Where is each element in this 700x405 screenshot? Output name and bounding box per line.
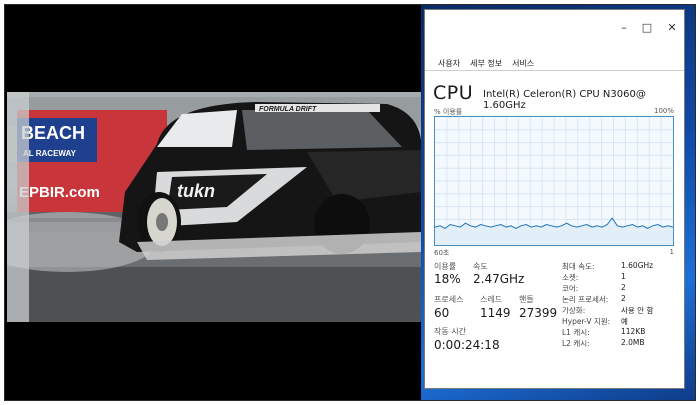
banner-top-text: BEACH [21,123,85,143]
spec-value: 사용 안 함 [621,306,654,315]
tab-strip: 사용자 세부 정보 서비스 [433,56,539,70]
utilization-max-label: 100% [653,107,674,115]
banner-url-text: EPBIR.com [19,184,100,201]
graph-min-label: 1 [669,248,674,256]
utilization-value: 18% [434,272,461,286]
graph-time-label: 60초 [434,249,450,257]
spec-value: 2.0MB [621,338,645,347]
spec-value: 1.60GHz [621,261,654,270]
spec-value: 예 [621,317,628,326]
maximize-button[interactable]: □ [636,20,658,36]
video-player[interactable]: BEACH AL RACEWAY EPBIR.com FORMULA DRIFT… [5,5,421,400]
cpu-utilization-graph [434,116,674,246]
tab-services[interactable]: 서비스 [507,56,539,70]
spec-label: L2 캐시: [562,339,590,348]
spec-label: 코어: [562,284,579,293]
close-button[interactable]: ✕ [661,20,683,36]
threads-label: 스레드 [480,295,503,304]
uptime-value: 0:00:24:18 [434,338,500,352]
door-livery-text: tukn [177,181,215,201]
spec-value: 2 [621,294,626,303]
tab-details[interactable]: 세부 정보 [465,56,507,70]
tab-users[interactable]: 사용자 [433,56,465,70]
spec-label: Hyper-V 지원: [562,317,611,326]
task-manager-window[interactable]: – □ ✕ 사용자 세부 정보 서비스 CPU Intel(R) Celeron… [424,9,685,389]
speed-label: 속도 [473,262,488,271]
threads-value: 1149 [480,306,511,320]
video-frame[interactable]: BEACH AL RACEWAY EPBIR.com FORMULA DRIFT… [7,92,421,322]
spec-label: 최대 속도: [562,262,595,271]
graph-canvas [434,117,674,245]
spec-label: 소켓: [562,273,579,282]
cpu-heading: CPU [433,82,474,104]
spec-value: 112KB [621,327,646,336]
processes-label: 프로세스 [434,295,464,304]
processes-value: 60 [434,306,450,320]
handles-value: 27399 [519,306,558,320]
minimize-button[interactable]: – [613,20,635,36]
tab-divider [425,70,684,71]
spec-label: 가상화: [562,306,586,315]
title-bar[interactable]: – □ ✕ [425,10,684,48]
screen-frame: BEACH AL RACEWAY EPBIR.com FORMULA DRIFT… [4,4,696,401]
spec-value: 1 [621,272,626,281]
utilization-label: 이용률 [434,262,457,271]
spec-value: 2 [621,283,626,292]
handles-label: 핸들 [519,295,534,304]
windshield-banner-text: FORMULA DRIFT [259,106,317,113]
spec-label: L1 캐시: [562,328,590,337]
drift-car-scene: BEACH AL RACEWAY EPBIR.com FORMULA DRIFT… [7,92,421,322]
spec-label: 논리 프로세서: [562,295,609,304]
speed-value: 2.47GHz [473,272,525,286]
uptime-label: 작동 시간 [434,327,466,336]
banner-mid-text: AL RACEWAY [23,149,77,158]
